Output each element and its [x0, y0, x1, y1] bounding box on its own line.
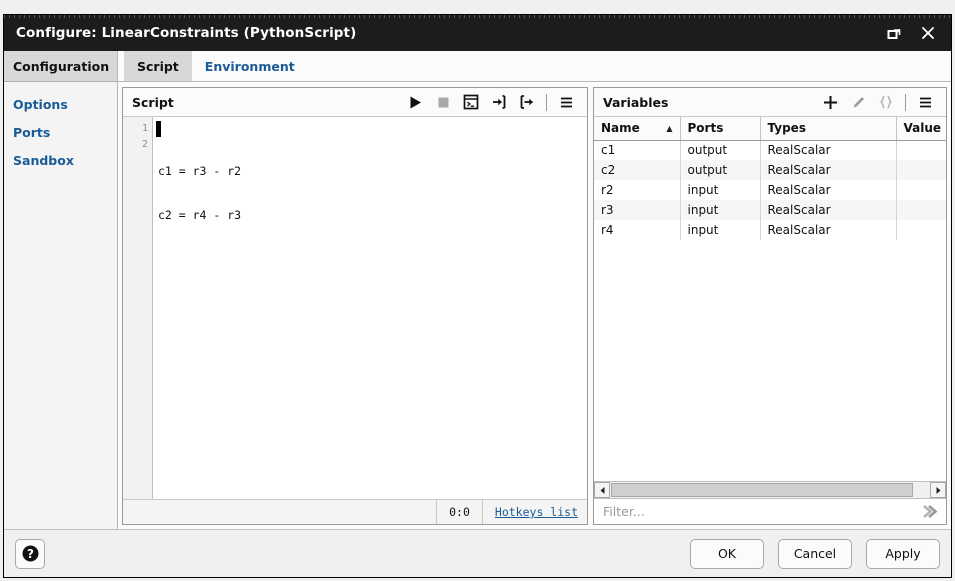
variables-table-container[interactable]: Name ▲ Ports Types Value c1 output RealS… [594, 117, 946, 481]
table-header-row: Name ▲ Ports Types Value [594, 117, 946, 141]
dialog-body: Configuration Options Ports Sandbox Scri… [4, 51, 951, 529]
variables-menu-button[interactable] [911, 90, 939, 114]
column-header-ports[interactable]: Ports [680, 117, 761, 141]
column-header-value[interactable]: Value [896, 117, 946, 141]
braces-button[interactable] [872, 90, 900, 114]
column-header-types[interactable]: Types [760, 117, 897, 141]
code-line: c2 = r4 - r3 [158, 208, 242, 222]
restore-window-button[interactable] [877, 18, 911, 48]
cursor-position-indicator: 0:0 [436, 500, 482, 524]
table-row[interactable]: c2 output RealScalar [594, 160, 946, 180]
edit-variable-button[interactable] [844, 90, 872, 114]
cell-name: r3 [594, 200, 681, 220]
title-bar: Configure: LinearConstraints (PythonScri… [4, 15, 951, 51]
tab-environment[interactable]: Environment [192, 51, 308, 81]
script-panel: Script 1 2 c1 = r3 - r2 c2 = r4 - r3 0:0… [122, 87, 588, 525]
scroll-right-button[interactable] [930, 482, 946, 498]
scrollbar-track[interactable] [610, 482, 930, 498]
cell-ports: output [680, 140, 761, 160]
cell-name: r2 [594, 180, 681, 200]
cell-types: RealScalar [760, 180, 897, 200]
cell-value [896, 200, 946, 220]
dialog-footer: ? OK Cancel Apply [4, 529, 951, 577]
sidebar-header: Configuration [4, 51, 117, 82]
open-console-button[interactable] [457, 90, 485, 114]
hotkeys-list-link[interactable]: Hotkeys list [481, 500, 587, 524]
sidebar-item-sandbox[interactable]: Sandbox [4, 147, 117, 175]
apply-button[interactable]: Apply [866, 538, 940, 569]
sidebar-item-options[interactable]: Options [4, 91, 117, 119]
stop-script-button[interactable] [429, 90, 457, 114]
code-line: c1 = r3 - r2 [158, 164, 242, 178]
filter-input[interactable] [601, 503, 919, 520]
sidebar: Configuration Options Ports Sandbox [4, 51, 118, 529]
line-number: 2 [141, 139, 148, 150]
variables-table: Name ▲ Ports Types Value c1 output RealS… [594, 117, 946, 240]
cell-value [896, 140, 946, 160]
variables-toolbar: Variables [594, 88, 946, 117]
scrollbar-thumb[interactable] [611, 483, 914, 497]
editor-status-bar: 0:0 Hotkeys list [123, 499, 587, 524]
cell-name: r4 [594, 220, 681, 240]
add-variable-button[interactable] [816, 90, 844, 114]
filter-chevrons-icon[interactable] [919, 502, 941, 521]
cell-ports: input [680, 200, 761, 220]
panels-container: Script 1 2 c1 = r3 - r2 c2 = r4 - r3 0:0… [118, 82, 951, 529]
tab-bar: Script Environment [118, 51, 951, 82]
cell-name: c1 [594, 140, 681, 160]
run-script-button[interactable] [401, 90, 429, 114]
configure-dialog-window: Configure: LinearConstraints (PythonScri… [3, 14, 952, 578]
svg-text:?: ? [27, 547, 34, 561]
cell-types: RealScalar [760, 220, 897, 240]
cell-value [896, 160, 946, 180]
window-title: Configure: LinearConstraints (PythonScri… [16, 25, 357, 41]
table-row[interactable]: r4 input RealScalar [594, 220, 946, 240]
horizontal-scrollbar[interactable] [594, 481, 946, 498]
cell-types: RealScalar [760, 160, 897, 180]
code-text-area[interactable]: c1 = r3 - r2 c2 = r4 - r3 [153, 117, 587, 499]
cell-ports: input [680, 180, 761, 200]
titlebar-texture [4, 15, 951, 18]
text-caret [156, 121, 161, 137]
variables-panel-title: Variables [603, 94, 669, 110]
column-header-label: Name [601, 121, 640, 136]
script-menu-button[interactable] [552, 90, 580, 114]
export-script-button[interactable] [513, 90, 541, 114]
import-script-button[interactable] [485, 90, 513, 114]
cell-types: RealScalar [760, 200, 897, 220]
table-row[interactable]: c1 output RealScalar [594, 140, 946, 160]
cell-value [896, 180, 946, 200]
script-panel-title: Script [132, 94, 174, 110]
cell-ports: input [680, 220, 761, 240]
sidebar-item-ports[interactable]: Ports [4, 119, 117, 147]
scroll-left-button[interactable] [594, 482, 610, 498]
line-number: 1 [141, 123, 148, 134]
table-row[interactable]: r2 input RealScalar [594, 180, 946, 200]
script-toolbar: Script [123, 88, 587, 117]
cell-name: c2 [594, 160, 681, 180]
filter-row [594, 498, 946, 524]
sidebar-list: Options Ports Sandbox [4, 82, 117, 175]
help-button[interactable]: ? [15, 538, 45, 569]
cell-value [896, 220, 946, 240]
tab-script[interactable]: Script [124, 51, 192, 81]
script-toolbar-separator [546, 93, 547, 111]
cancel-button[interactable]: Cancel [778, 538, 852, 569]
line-number-gutter: 1 2 [123, 117, 153, 499]
ok-button[interactable]: OK [690, 538, 764, 569]
cell-ports: output [680, 160, 761, 180]
help-icon: ? [22, 545, 38, 562]
variables-toolbar-separator [905, 93, 906, 111]
sort-ascending-icon: ▲ [666, 123, 673, 133]
column-header-name[interactable]: Name ▲ [594, 117, 681, 141]
content-area: Script Environment Script 1 2 c1 = r3 - … [118, 51, 951, 529]
cell-types: RealScalar [760, 140, 897, 160]
table-row[interactable]: r3 input RealScalar [594, 200, 946, 220]
variables-panel: Variables Name ▲ Ports Types Value c1 ou… [593, 87, 947, 525]
close-window-button[interactable] [911, 18, 945, 48]
table-empty-space [594, 240, 946, 481]
code-editor[interactable]: 1 2 c1 = r3 - r2 c2 = r4 - r3 [123, 117, 587, 499]
